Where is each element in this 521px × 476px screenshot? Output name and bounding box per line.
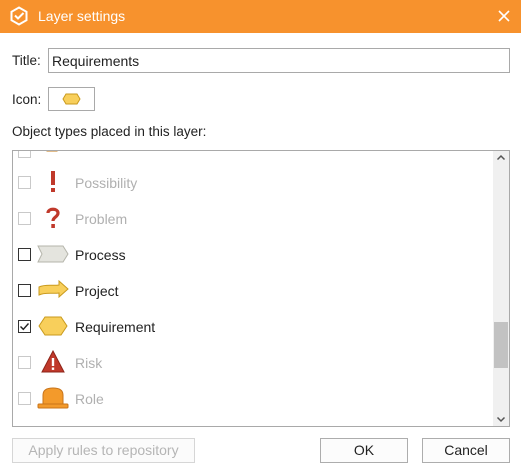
checkbox[interactable] [18, 320, 31, 333]
requirement-hexagon-icon [62, 93, 81, 105]
requirement-hexagon-icon [38, 316, 68, 336]
title-field-wrapper [48, 48, 510, 73]
list-item[interactable]: Project [13, 272, 493, 308]
list-item-label: Problem [75, 211, 128, 227]
dialog-title: Layer settings [38, 8, 126, 24]
icon-picker[interactable] [48, 87, 95, 111]
partial-gray-icon [37, 422, 69, 427]
list-label: Object types placed in this layer: [12, 124, 207, 139]
partial-orange-icon [46, 151, 58, 152]
scrollbar-thumb[interactable] [494, 322, 508, 368]
app-logo-icon [10, 6, 28, 26]
title-label: Title: [12, 53, 41, 68]
checkmark-icon [20, 323, 30, 331]
title-input[interactable] [49, 49, 509, 72]
list-item[interactable]: Requirement [13, 308, 493, 344]
checkbox[interactable] [18, 392, 31, 405]
exclamation-icon [51, 171, 55, 192]
question-mark-icon [46, 207, 60, 228]
risk-warning-icon [41, 350, 65, 373]
list-item[interactable]: Possibility [13, 164, 493, 200]
checkbox[interactable] [18, 284, 31, 297]
list-item[interactable]: Risk [13, 344, 493, 380]
list-item[interactable]: Problem [13, 200, 493, 236]
vertical-scrollbar[interactable] [493, 151, 509, 426]
checkbox[interactable] [18, 151, 31, 158]
close-icon[interactable] [495, 7, 513, 25]
apply-rules-button[interactable]: Apply rules to repository [12, 438, 195, 463]
dialog-title-bar: Layer settings [0, 0, 521, 33]
list-item-label: Risk [75, 355, 103, 371]
scroll-up-icon[interactable] [493, 151, 509, 165]
cancel-button[interactable]: Cancel [422, 438, 510, 463]
checkbox[interactable] [18, 212, 31, 225]
list-item[interactable]: Role [13, 380, 493, 416]
list-item-label: Requirement [75, 319, 156, 335]
checkbox[interactable] [18, 356, 31, 369]
scroll-down-icon[interactable] [493, 412, 509, 426]
checkbox[interactable] [18, 176, 31, 189]
ok-button[interactable]: OK [320, 438, 408, 463]
list-item[interactable] [13, 416, 493, 427]
list-item-label: Possibility [75, 175, 138, 191]
list-item[interactable]: Process [13, 236, 493, 272]
project-arrow-icon [38, 279, 69, 299]
object-types-list[interactable]: Possibility Problem Process Project Requ… [12, 150, 510, 427]
list-item-label: Process [75, 247, 126, 263]
icon-label: Icon: [12, 92, 42, 107]
checkbox[interactable] [18, 248, 31, 261]
role-hat-icon [37, 387, 69, 409]
process-chevron-icon [37, 245, 69, 263]
list-item-label: Project [75, 283, 119, 299]
list-item-label: Role [75, 391, 104, 407]
